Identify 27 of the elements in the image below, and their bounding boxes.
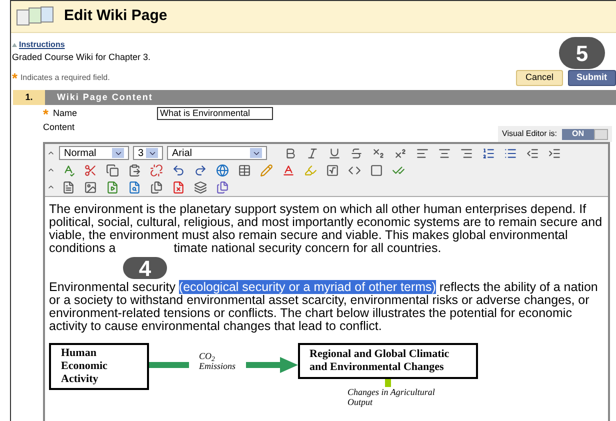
required-note: Indicates a required field. [20,72,110,84]
font-dropdown[interactable]: Arial [167,146,267,160]
required-mark: * [12,72,18,82]
cancel-button[interactable]: Cancel [516,70,562,86]
diagram-box: Regional and Global Climatic and Environmental Changes [298,343,478,379]
arrow-icon [246,357,298,373]
content-label: Content [43,120,75,134]
paragraph: The environment is the planetary support system on which all other human enterprises depend. If political, social, cultural, religious, and most importantly economic systems are to remain secure and viable, the environment must also remain secure and viable. This makes global environmental conditions a timate national security concern for all countries. [49,203,604,255]
wiki-pages-icon [16,6,56,28]
visual-editor-label: Visual Editor is: [502,128,557,140]
arrow-label: CO$_{2}$ Emissions [199,351,236,371]
section-title: Wiki Page Content [45,90,616,105]
page-title: Edit Wiki Page [64,6,168,26]
section-number: 1. [13,90,45,105]
submit-button[interactable]: Submit [568,70,616,86]
name-label: Name [53,107,78,120]
diagram-box: Human Economic Activity [49,343,149,390]
step-badge: 5 [559,37,605,69]
paragraph: Environmental security (ecological security or a myriad of other terms) reflects the ability of a nation or a society to withstand environmental asset scarcity, environmental risks or adverse changes, or environment-related tensions or conflicts. The chart below illustrates the potential for economic activity to cause environmental changes that lead to conflict. [49,281,599,333]
instructions-link[interactable]: Instructions [12,39,151,51]
format-dropdown[interactable]: Normal [59,146,129,160]
required-mark: * [43,108,50,119]
instructions-text: Graded Course Wiki for Chapter 3. [12,51,151,64]
name-field[interactable]: What is Environmental [157,107,273,120]
diagram-label: Changes in Agricultural Output [348,387,436,407]
step-badge: 4 [123,257,167,279]
size-dropdown[interactable]: 3 [133,146,163,160]
